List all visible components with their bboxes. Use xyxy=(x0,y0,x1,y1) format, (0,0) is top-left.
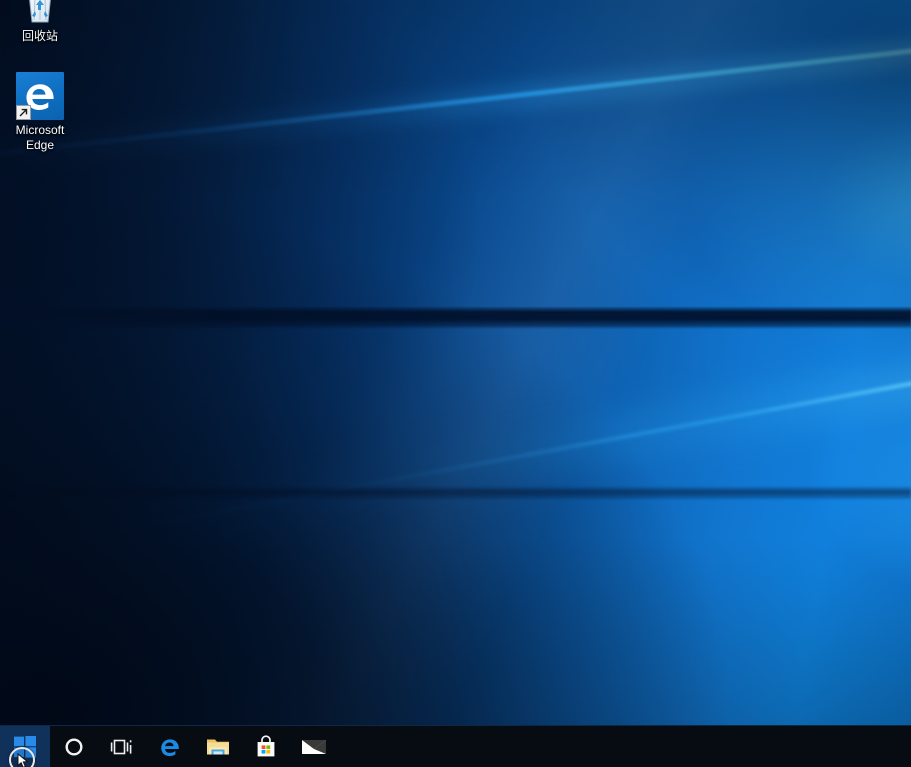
edge-icon xyxy=(16,72,64,120)
store-bag-icon xyxy=(254,734,278,760)
mail-envelope-icon xyxy=(300,736,328,758)
folder-icon xyxy=(205,735,231,759)
taskbar-item-cortana[interactable] xyxy=(50,726,98,767)
taskbar-item-microsoft-edge[interactable] xyxy=(146,726,194,767)
desktop-icon-label: 回收站 xyxy=(2,29,78,44)
recycle-bin-icon xyxy=(16,0,64,26)
desktop-icon-label-line2: Edge xyxy=(2,138,78,153)
desktop-icon-label-line1: Microsoft xyxy=(2,123,78,138)
windows-start-icon xyxy=(14,736,36,758)
desktop[interactable]: 回收站 Microsoft Edge xyxy=(0,0,911,767)
taskbar-item-file-explorer[interactable] xyxy=(194,726,242,767)
wallpaper-vignette xyxy=(0,0,911,767)
cortana-circle-icon xyxy=(64,737,84,757)
taskbar-item-mail[interactable] xyxy=(290,726,338,767)
task-view-icon xyxy=(110,737,134,757)
taskbar[interactable] xyxy=(0,725,911,767)
desktop-icon-recycle-bin[interactable]: 回收站 xyxy=(2,0,78,44)
start-button[interactable] xyxy=(0,726,50,767)
shortcut-overlay-icon xyxy=(16,105,31,120)
taskbar-item-task-view[interactable] xyxy=(98,726,146,767)
edge-icon xyxy=(157,734,183,760)
taskbar-item-microsoft-store[interactable] xyxy=(242,726,290,767)
taskbar-empty-area xyxy=(338,726,911,767)
desktop-icon-microsoft-edge[interactable]: Microsoft Edge xyxy=(2,72,78,153)
